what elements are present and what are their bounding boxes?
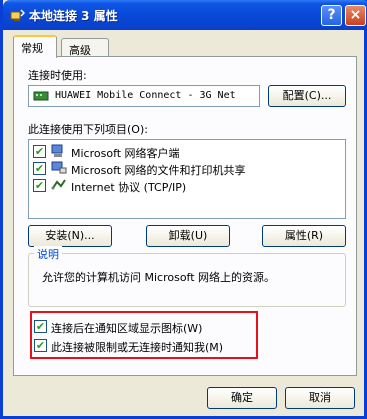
description-title: 说明 <box>34 246 62 262</box>
general-tab-panel: 连接时使用: HUAWEI Mobile Connect - 3G Net 配置… <box>13 56 357 376</box>
description-text: 允许您的计算机访问 Microsoft 网络上的资源。 <box>42 271 276 284</box>
show-icon-checkbox[interactable]: ✔ <box>34 320 47 333</box>
device-name: HUAWEI Mobile Connect - 3G Net <box>55 90 236 101</box>
items-label: 此连接使用下列项目(O): <box>28 123 148 136</box>
item-label: Microsoft 网络的文件和打印机共享 <box>71 164 246 177</box>
help-button[interactable]: ? <box>321 5 342 26</box>
configure-button[interactable]: 配置(C)... <box>268 85 346 107</box>
notify-label: 此连接被限制或无连接时通知我(M) <box>51 341 224 354</box>
device-field: HUAWEI Mobile Connect - 3G Net <box>28 85 260 107</box>
network-connection-icon <box>10 9 25 21</box>
notify-checkbox[interactable]: ✔ <box>34 339 47 352</box>
properties-button[interactable]: 属性(R) <box>262 225 346 247</box>
connect-using-label: 连接时使用: <box>28 69 87 82</box>
cancel-button[interactable]: 取消 <box>285 387 355 409</box>
tab-advanced[interactable]: 高级 <box>61 38 109 58</box>
modem-icon <box>33 91 49 101</box>
item-checkbox[interactable]: ✔ <box>33 179 46 192</box>
network-client-icon <box>51 144 63 157</box>
show-icon-label: 连接后在通知区域显示图标(W) <box>51 322 203 335</box>
file-printer-sharing-icon <box>51 161 67 174</box>
tab-general[interactable]: 常规 <box>13 35 57 58</box>
item-label: Internet 协议 (TCP/IP) <box>71 181 187 194</box>
install-button[interactable]: 安装(N)... <box>28 225 112 247</box>
item-checkbox[interactable]: ✔ <box>33 162 46 175</box>
properties-dialog: 本地连接 3 属性 ? × 常规 高级 连接时使用: HUAWEI Mobile… <box>0 0 367 419</box>
title-bar[interactable]: 本地连接 3 属性 ? × <box>3 0 367 30</box>
close-button[interactable]: × <box>345 5 366 26</box>
item-checkbox[interactable]: ✔ <box>33 145 46 158</box>
window-title: 本地连接 3 属性 <box>29 9 118 23</box>
uninstall-button[interactable]: 卸载(U) <box>146 225 230 247</box>
items-list: ✔ Microsoft 网络客户端 ✔ Microsoft 网络的文件和打印机共… <box>28 139 346 219</box>
ok-button[interactable]: 确定 <box>207 387 277 409</box>
protocol-icon <box>51 179 66 190</box>
item-label: Microsoft 网络客户端 <box>71 147 180 160</box>
